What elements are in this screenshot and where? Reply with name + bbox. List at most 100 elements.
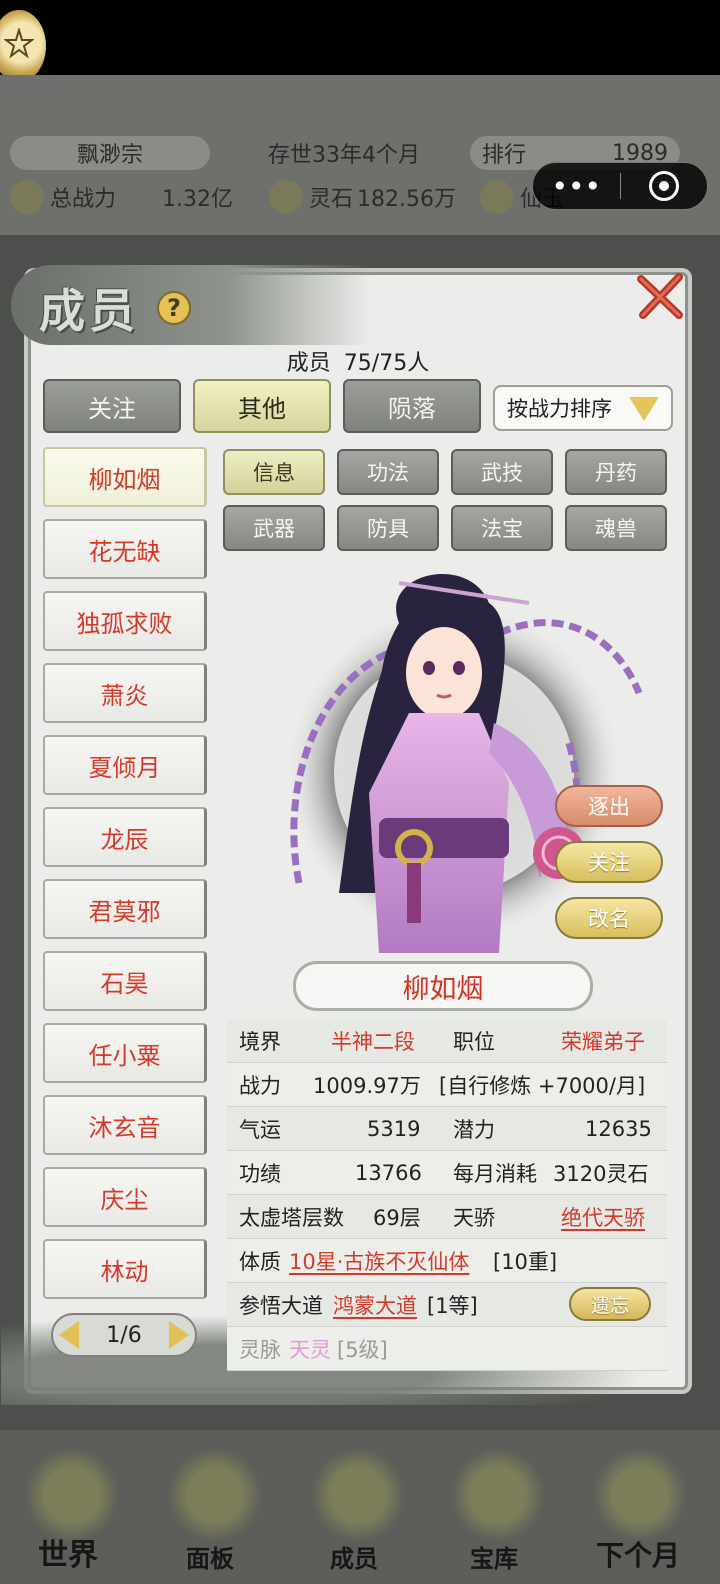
member-item-2[interactable]: 花无缺: [43, 519, 207, 579]
dropdown-triangle-icon: [629, 397, 659, 421]
dao-label: 参悟大道: [239, 1293, 323, 1318]
help-icon[interactable]: ?: [157, 291, 191, 325]
info-row-dao: 参悟大道 鸿蒙大道 [1等] 遗忘: [227, 1283, 667, 1327]
info-row-luck: 气运 5319 潜力 12635: [227, 1107, 667, 1151]
spirit-stone-icon: [269, 180, 304, 214]
position-value: 荣耀弟子: [561, 1029, 645, 1054]
nav-members[interactable]: 成员: [330, 1539, 378, 1574]
bottom-nav: 世界 面板 成员 宝库 下个月: [0, 1430, 720, 1584]
info-row-tower: 太虚塔层数 69层 天骄 绝代天骄: [227, 1195, 667, 1239]
character-portrait: [284, 574, 643, 953]
nav-next-month[interactable]: 下个月: [596, 1534, 680, 1574]
luck-value: 5319: [367, 1116, 421, 1141]
realm-value: 半神二段: [331, 1029, 415, 1054]
tower-value: 69层: [373, 1205, 421, 1230]
info-row-vein: 灵脉 天灵 [5级]: [227, 1327, 667, 1371]
subtab-info[interactable]: 信息: [223, 449, 325, 495]
potential-value: 12635: [585, 1116, 652, 1141]
power-value: 1009.97万: [313, 1073, 421, 1098]
member-item-10[interactable]: 沐玄音: [43, 1095, 207, 1155]
vein-value: 天灵: [289, 1337, 331, 1362]
merit-value: 13766: [355, 1160, 422, 1185]
expel-button[interactable]: 逐出: [555, 785, 663, 827]
next-page-icon[interactable]: [169, 1321, 189, 1349]
pagination: 1/6: [51, 1313, 197, 1357]
sort-dropdown[interactable]: 按战力排序: [493, 385, 673, 431]
miniprogram-capsule: •••: [532, 162, 708, 210]
more-options-button[interactable]: •••: [533, 163, 620, 209]
member-item-12[interactable]: 林动: [43, 1239, 207, 1299]
member-count-label: 成员: [286, 351, 331, 376]
selected-member-name: 柳如烟: [293, 961, 593, 1011]
nav-world[interactable]: 世界: [38, 1530, 98, 1574]
power-icon: [10, 180, 44, 214]
physique-label: 体质: [239, 1249, 281, 1274]
member-item-4[interactable]: 萧炎: [43, 663, 207, 723]
physique-level: [10重]: [493, 1249, 558, 1274]
background-hud: 飘渺宗 存世33年4个月 排行 1989 总战力 1.32亿 灵石 182.56…: [0, 75, 720, 235]
member-item-8[interactable]: 石昊: [43, 951, 207, 1011]
nav-panel[interactable]: 面板: [186, 1539, 234, 1574]
target-icon: [648, 171, 679, 201]
follow-button[interactable]: 关注: [555, 841, 663, 883]
info-row-merit: 功绩 13766 每月消耗 3120灵石: [227, 1151, 667, 1195]
member-item-3[interactable]: 独孤求败: [43, 591, 207, 651]
tab-follow[interactable]: 关注: [43, 379, 181, 433]
subtab-technique[interactable]: 功法: [337, 449, 439, 495]
more-icon: •••: [551, 169, 602, 203]
talent-label: 天骄: [453, 1205, 495, 1230]
power-label: 战力: [239, 1073, 281, 1098]
world-nav-icon: [22, 1450, 122, 1540]
sect-name: 飘渺宗: [10, 136, 210, 170]
luck-label: 气运: [239, 1117, 281, 1142]
info-row-power: 战力 1009.97万 [自行修炼 +7000/月]: [227, 1063, 667, 1107]
members-nav-icon: [308, 1450, 408, 1540]
members-dialog: 成员 ? 成员 75/75人 关注 其他 陨落 按战力排序 柳如烟 花无缺 独孤…: [1, 265, 720, 1405]
nav-treasury[interactable]: 宝库: [470, 1539, 518, 1574]
merit-label: 功绩: [239, 1161, 281, 1186]
member-item-11[interactable]: 庆尘: [43, 1167, 207, 1227]
vein-label: 灵脉: [239, 1337, 281, 1362]
status-bar: [0, 0, 720, 82]
subtab-artifact[interactable]: 法宝: [451, 505, 553, 551]
forget-button[interactable]: 遗忘: [569, 1287, 651, 1321]
member-count: 成员 75/75人: [31, 345, 685, 377]
member-item-9[interactable]: 任小粟: [43, 1023, 207, 1083]
tower-label: 太虚塔层数: [239, 1205, 344, 1230]
info-row-physique: 体质 10星·古族不灭仙体 [10重]: [227, 1239, 667, 1283]
member-item-1[interactable]: 柳如烟: [43, 447, 207, 507]
member-count-value: 75/75人: [343, 351, 430, 376]
prev-page-icon[interactable]: [59, 1321, 79, 1349]
tab-fallen[interactable]: 陨落: [343, 379, 481, 433]
subtab-martial-skill[interactable]: 武技: [451, 449, 553, 495]
game-logo-icon: [0, 10, 46, 82]
next-month-nav-icon: [590, 1450, 690, 1540]
rename-button[interactable]: 改名: [555, 897, 663, 939]
subtab-pill[interactable]: 丹药: [565, 449, 667, 495]
monthly-cost-label: 每月消耗: [453, 1161, 537, 1186]
subtab-armor[interactable]: 防具: [337, 505, 439, 551]
sort-label: 按战力排序: [507, 397, 612, 421]
page-indicator: 1/6: [106, 1322, 142, 1348]
close-miniprogram-button[interactable]: [621, 163, 708, 209]
treasury-nav-icon: [448, 1450, 548, 1540]
dao-value[interactable]: 鸿蒙大道: [333, 1290, 417, 1320]
power-label: 总战力: [50, 187, 117, 212]
subtab-spirit-beast[interactable]: 魂兽: [565, 505, 667, 551]
member-item-7[interactable]: 君莫邪: [43, 879, 207, 939]
talent-value[interactable]: 绝代天骄: [561, 1202, 645, 1232]
dao-level: [1等]: [427, 1293, 478, 1318]
tab-other[interactable]: 其他: [193, 379, 331, 433]
panel-nav-icon: [165, 1450, 265, 1540]
spirit-stone-value: 182.56万: [357, 187, 457, 212]
dialog-title: 成员: [39, 284, 139, 338]
spirit-stone-label: 灵石: [309, 187, 354, 212]
subtab-weapon[interactable]: 武器: [223, 505, 325, 551]
member-item-6[interactable]: 龙辰: [43, 807, 207, 867]
member-info-table: 境界 半神二段 职位 荣耀弟子 战力 1009.97万 [自行修炼 +7000/…: [227, 1019, 667, 1371]
realm-label: 境界: [239, 1029, 281, 1054]
close-icon[interactable]: [631, 267, 689, 325]
physique-value[interactable]: 10星·古族不灭仙体: [289, 1246, 469, 1276]
member-item-5[interactable]: 夏倾月: [43, 735, 207, 795]
position-label: 职位: [453, 1029, 495, 1054]
